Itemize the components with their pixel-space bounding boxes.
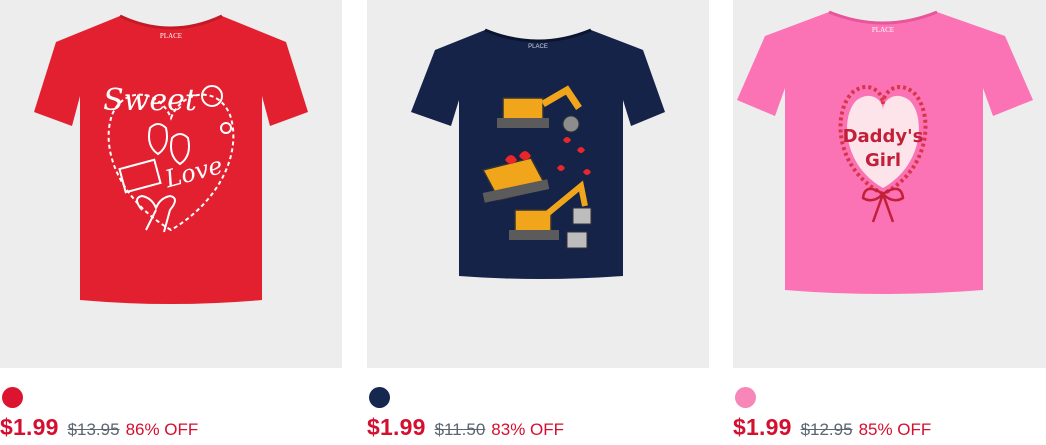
product-image: PLACE Sweet Love bbox=[34, 14, 308, 304]
product-image: PLACE Daddy's Girl bbox=[737, 10, 1033, 294]
product-image-link[interactable]: PLACE bbox=[367, 0, 709, 368]
discount-label: 83% OFF bbox=[491, 420, 565, 439]
brand-tag: PLACE bbox=[528, 44, 548, 50]
price-row: $1.99 $13.95 86% OFF bbox=[0, 414, 198, 442]
product-image: PLACE bbox=[411, 28, 665, 279]
graphic-word-1: Sweet bbox=[103, 83, 198, 118]
product-image-link[interactable]: PLACE Sweet Love bbox=[0, 0, 342, 368]
price-row: $1.99 $11.50 83% OFF bbox=[367, 414, 564, 442]
product-card: PLACE Sweet Love $1.99 $13.95 86% OFF bbox=[0, 0, 342, 445]
graphic-word-2: Girl bbox=[865, 150, 901, 171]
price-row: $1.99 $12.95 85% OFF bbox=[733, 414, 931, 442]
product-card: PLACE $1.99 $11.50 83% OFF bbox=[367, 0, 709, 445]
graphic-word-1: Daddy's bbox=[843, 126, 924, 147]
list-price: $12.95 bbox=[800, 420, 853, 439]
sale-price: $1.99 bbox=[0, 414, 59, 440]
discount-label: 86% OFF bbox=[125, 420, 199, 439]
color-swatch[interactable] bbox=[369, 387, 390, 408]
product-image-link[interactable]: PLACE Daddy's Girl bbox=[733, 0, 1046, 368]
brand-tag: PLACE bbox=[872, 26, 894, 34]
sale-price: $1.99 bbox=[367, 414, 426, 440]
product-card: PLACE Daddy's Girl $1.99 $12.95 85% OFF bbox=[733, 0, 1046, 445]
sale-price: $1.99 bbox=[733, 414, 792, 440]
color-swatch[interactable] bbox=[735, 387, 756, 408]
discount-label: 85% OFF bbox=[858, 420, 932, 439]
list-price: $11.50 bbox=[434, 420, 486, 439]
list-price: $13.95 bbox=[67, 420, 120, 439]
brand-tag: PLACE bbox=[160, 32, 182, 40]
color-swatch[interactable] bbox=[2, 387, 23, 408]
product-grid: PLACE Sweet Love $1.99 $13.95 86% OFF PLAC bbox=[0, 0, 1046, 445]
